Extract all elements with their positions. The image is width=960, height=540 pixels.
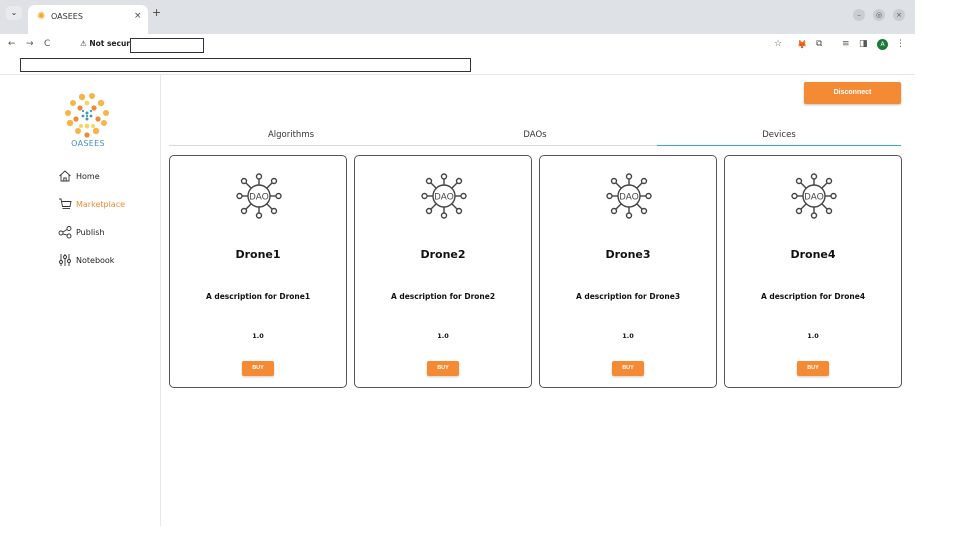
tab-close-icon[interactable]: × xyxy=(134,10,142,22)
sidebar-item-notebook[interactable]: Notebook xyxy=(58,253,158,269)
device-card: Drone4 A description for Drone4 1.0 BUY xyxy=(724,155,902,388)
browser-tabstrip: ⌄ ✺ OASEES × + – ◎ × xyxy=(0,0,915,34)
device-card: Drone3 A description for Drone3 1.0 BUY xyxy=(539,155,717,388)
card-version: 1.0 xyxy=(252,332,264,340)
new-tab-button[interactable]: + xyxy=(152,7,161,19)
bookmark-bar xyxy=(0,56,915,74)
security-indicator[interactable]: ⚠ Not secure xyxy=(80,39,135,49)
tab-daos[interactable]: DAOs xyxy=(413,129,657,141)
side-panel-icon[interactable]: ◨ xyxy=(859,39,868,50)
device-card: Drone2 A description for Drone2 1.0 BUY xyxy=(354,155,532,388)
card-title: Drone1 xyxy=(235,248,281,261)
card-version: 1.0 xyxy=(622,332,634,340)
buy-button[interactable]: BUY xyxy=(797,361,829,376)
tab-algorithms[interactable]: Algorithms xyxy=(169,129,413,141)
home-icon xyxy=(59,170,71,182)
tab-title: OASEES xyxy=(51,12,83,21)
dao-icon xyxy=(606,173,652,219)
oasees-favicon-icon: ✺ xyxy=(37,11,46,22)
card-description: A description for Drone1 xyxy=(205,292,311,301)
profile-avatar[interactable]: A xyxy=(877,39,888,50)
dao-icon xyxy=(236,173,282,219)
category-tabs: Algorithms DAOs Devices xyxy=(169,126,901,146)
card-version: 1.0 xyxy=(437,332,449,340)
close-window-button[interactable]: × xyxy=(893,9,905,21)
card-title: Drone2 xyxy=(420,248,466,261)
card-description: A description for Drone4 xyxy=(760,292,866,301)
browser-menu-icon[interactable]: ⋮ xyxy=(896,39,905,50)
buy-button[interactable]: BUY xyxy=(612,361,644,376)
sidebar-item-label: Publish xyxy=(76,228,105,237)
redacted-bar xyxy=(20,58,471,72)
sidebar-item-label: Notebook xyxy=(76,256,115,265)
reload-icon[interactable]: C xyxy=(44,38,50,50)
sidebar-item-publish[interactable]: Publish xyxy=(58,225,158,241)
minimize-window-button[interactable]: – xyxy=(853,9,865,21)
tab-devices[interactable]: Devices xyxy=(657,129,901,146)
card-description: A description for Drone2 xyxy=(390,292,496,301)
dao-icon xyxy=(791,173,837,219)
share-icon xyxy=(58,226,72,239)
address-bar[interactable] xyxy=(130,38,204,53)
sidebar: OASEES Home Marketplace Publish Notebook xyxy=(0,75,161,526)
disconnect-button[interactable]: Disconnect xyxy=(804,82,901,104)
sidebar-item-label: Home xyxy=(76,172,100,181)
sidebar-item-home[interactable]: Home xyxy=(58,169,158,185)
dao-icon xyxy=(421,173,467,219)
reading-list-icon[interactable]: ≡ xyxy=(842,39,850,50)
buy-button[interactable]: BUY xyxy=(242,361,274,376)
browser-toolbar: ← → C ⚠ Not secure ☆ 🦊 ⧉ ≡ ◨ A ⋮ xyxy=(0,34,915,56)
sidebar-item-marketplace[interactable]: Marketplace xyxy=(58,197,158,213)
tab-search-chevron-icon[interactable]: ⌄ xyxy=(6,6,22,20)
logo-text: OASEES xyxy=(71,139,105,148)
extensions-icon[interactable]: ⧉ xyxy=(816,39,822,50)
metamask-extension-icon[interactable]: 🦊 xyxy=(797,39,807,50)
card-title: Drone3 xyxy=(605,248,651,261)
sidebar-item-label: Marketplace xyxy=(76,200,126,209)
browser-tab-oasees[interactable]: ✺ OASEES × xyxy=(28,5,148,34)
oasees-logo-icon xyxy=(65,93,109,138)
card-version: 1.0 xyxy=(807,332,819,340)
restore-window-button[interactable]: ◎ xyxy=(873,9,885,21)
buy-button[interactable]: BUY xyxy=(427,361,459,376)
device-card: Drone1 A description for Drone1 1.0 BUY xyxy=(169,155,347,388)
back-arrow-icon[interactable]: ← xyxy=(8,38,16,50)
bookmark-star-icon[interactable]: ☆ xyxy=(774,39,782,50)
sliders-icon xyxy=(59,254,71,266)
card-description: A description for Drone3 xyxy=(575,292,681,301)
cart-icon xyxy=(59,198,72,209)
forward-arrow-icon[interactable]: → xyxy=(26,38,34,50)
card-title: Drone4 xyxy=(790,248,836,261)
